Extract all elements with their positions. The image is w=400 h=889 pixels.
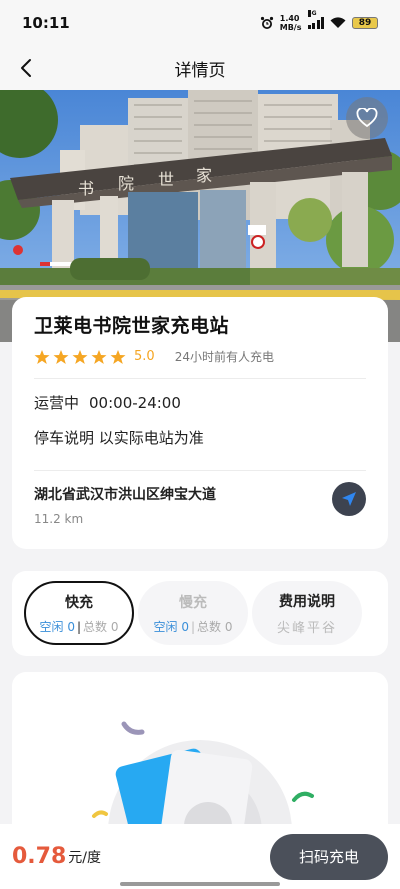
gate-sign-char-1: 书 [78,179,94,198]
station-distance: 11.2 km [34,512,84,526]
total-count: 总数 0 [83,619,119,634]
gate-sign-char-3: 世 [158,170,174,189]
network-type: 5G [307,10,317,17]
gate-sign-char-2: 院 [118,174,134,193]
price-unit: 元/度 [68,849,101,866]
rating-row: 5.0 24小时前有人充电 [34,348,366,365]
star-icon [72,349,88,364]
divider [34,470,366,471]
status-bar: 10:11 1.40 MB/s 5G 89 [0,0,400,46]
back-button[interactable] [14,55,40,81]
station-address: 湖北省武汉市洪山区绅宝大道 [34,487,216,503]
free-count: 空闲 0 [153,619,189,634]
status-icons: 1.40 MB/s 5G 89 [260,10,378,32]
station-name: 卫莱电书院世家充电站 [34,315,230,337]
free-count: 空闲 0 [39,619,75,634]
navigate-button[interactable] [332,482,366,516]
star-rating [34,349,126,365]
bottom-action-bar: 0.78 元/度 扫码充电 [0,824,400,889]
tab-fast-charge[interactable]: 快充 空闲 0 | 总数 0 [24,581,134,645]
station-info-card: 卫莱电书院世家充电站 5.0 24小时前有人充电 运营中 00:00-24:00 … [12,297,388,549]
nav-bar: 详情页 [0,46,400,90]
gate-sign-char-4: 家 [196,166,212,185]
operating-hours: 运营中 00:00-24:00 [34,392,366,413]
star-icon [53,349,69,364]
navigation-arrow-icon [342,492,356,506]
operating-status: 运营中 [34,394,80,412]
net-speed-value: 1.40 [279,14,300,23]
rating-score: 5.0 [134,349,155,364]
charger-counts: 空闲 0 | 总数 0 [153,619,233,634]
net-speed: 1.40 MB/s [280,14,302,32]
favorite-button[interactable] [346,97,388,139]
address-block: 湖北省武汉市洪山区绅宝大道 11.2 km [34,482,366,526]
battery-icon: 89 [352,17,378,29]
home-indicator [120,882,280,886]
tab-label: 慢充 [179,594,207,611]
operating-time: 00:00-24:00 [89,394,181,412]
divider [34,378,366,379]
fee-periods: 尖峰平谷 [276,620,337,636]
star-icon [110,349,126,364]
tab-label: 费用说明 [279,593,335,610]
star-icon [34,349,50,364]
wifi-icon [330,17,346,28]
scan-to-charge-button[interactable]: 扫码充电 [270,833,388,880]
alarm-icon [260,16,273,29]
recent-activity: 24小时前有人充电 [174,350,274,364]
tab-label: 快充 [65,594,93,611]
page-title: 详情页 [174,60,226,81]
price-value: 0.78 [12,844,67,869]
chevron-left-icon [21,59,31,77]
cellular-signal-icon: 5G [307,10,324,29]
battery-level: 89 [358,18,372,28]
tab-fee-info[interactable]: 费用说明 尖峰平谷 [252,581,362,645]
tab-slow-charge[interactable]: 慢充 空闲 0 | 总数 0 [138,581,248,645]
total-count: 总数 0 [197,619,233,634]
parking-note: 停车说明 以实际电站为准 [34,429,204,447]
heart-outline-icon [356,108,378,128]
charge-type-card: 快充 空闲 0 | 总数 0 慢充 空闲 0 | 总数 0 费用说明 尖峰平谷 [12,571,388,656]
charger-counts: 空闲 0 | 总数 0 [39,619,119,634]
star-icon [91,349,107,364]
status-time: 10:11 [22,14,70,32]
net-speed-unit: MB/s [279,23,302,32]
